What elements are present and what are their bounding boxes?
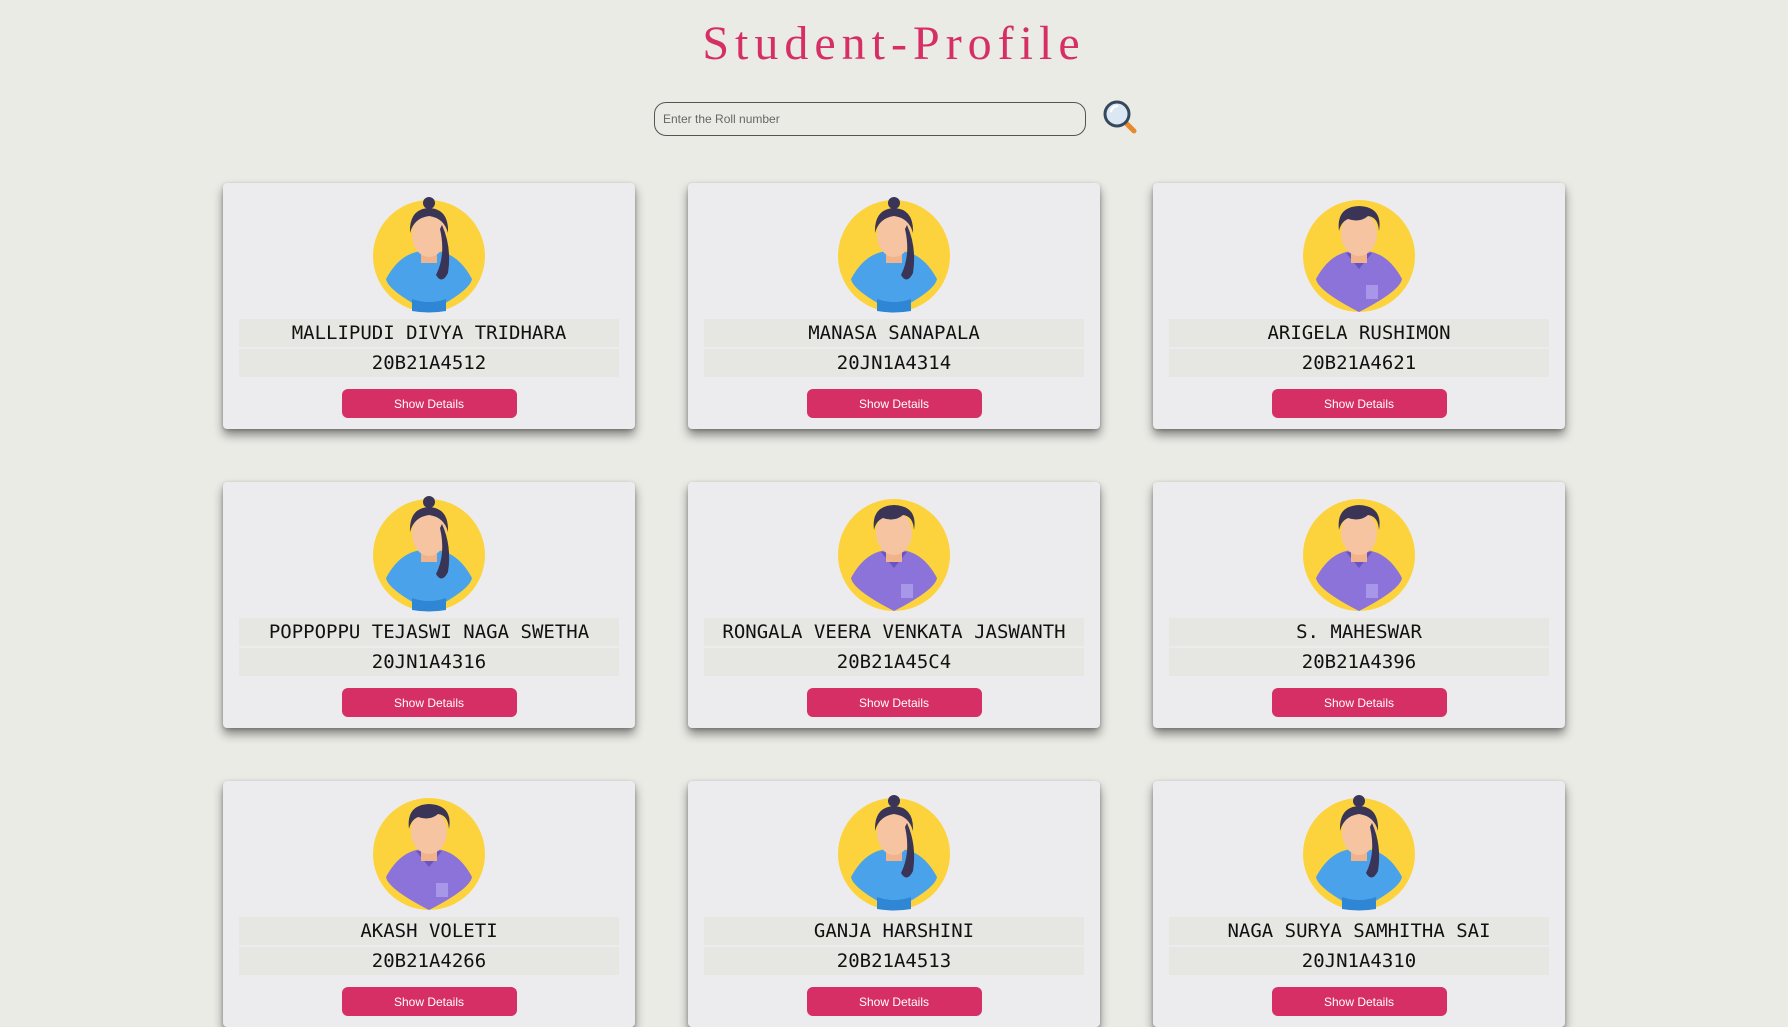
student-roll-number: 20B21A45C4 (704, 648, 1084, 676)
female-avatar-icon (838, 795, 950, 911)
search-bar (654, 99, 1142, 139)
male-avatar-icon (1303, 499, 1415, 611)
show-details-button[interactable]: Show Details (1271, 389, 1447, 418)
student-name: GANJA HARSHINI (704, 917, 1084, 945)
student-card-grid: MALLIPUDI DIVYA TRIDHARA 20B21A4512 Show… (223, 183, 1565, 1027)
student-name: AKASH VOLETI (239, 917, 619, 945)
student-card-4: POPPOPPU TEJASWI NAGA SWETHA 20JN1A4316 … (223, 482, 635, 728)
student-name: MANASA SANAPALA (704, 319, 1084, 347)
show-details-button[interactable]: Show Details (341, 987, 517, 1016)
student-name: RONGALA VEERA VENKATA JASWANTH (704, 618, 1084, 646)
student-card-2: MANASA SANAPALA 20JN1A4314 Show Details (688, 183, 1100, 429)
student-roll-number: 20JN1A4310 (1169, 947, 1549, 975)
student-card-9: NAGA SURYA SAMHITHA SAI 20JN1A4310 Show … (1153, 781, 1565, 1027)
student-roll-number: 20B21A4621 (1169, 349, 1549, 377)
show-details-button[interactable]: Show Details (341, 688, 517, 717)
student-card-3: ARIGELA RUSHIMON 20B21A4621 Show Details (1153, 183, 1565, 429)
student-card-8: GANJA HARSHINI 20B21A4513 Show Details (688, 781, 1100, 1027)
female-avatar-icon (838, 197, 950, 313)
male-avatar-icon (1303, 200, 1415, 312)
student-card-7: AKASH VOLETI 20B21A4266 Show Details (223, 781, 635, 1027)
student-name: ARIGELA RUSHIMON (1169, 319, 1549, 347)
student-name: MALLIPUDI DIVYA TRIDHARA (239, 319, 619, 347)
search-icon (1103, 100, 1137, 134)
male-avatar-icon (373, 798, 485, 910)
student-roll-number: 20B21A4266 (239, 947, 619, 975)
student-roll-number: 20JN1A4314 (704, 349, 1084, 377)
page-title: Student-Profile (702, 17, 1086, 70)
student-roll-number: 20B21A4512 (239, 349, 619, 377)
male-avatar-icon (838, 499, 950, 611)
female-avatar-icon (373, 496, 485, 612)
student-card-6: S. MAHESWAR 20B21A4396 Show Details (1153, 482, 1565, 728)
show-details-button[interactable]: Show Details (1271, 688, 1447, 717)
student-card-5: RONGALA VEERA VENKATA JASWANTH 20B21A45C… (688, 482, 1100, 728)
female-avatar-icon (1303, 795, 1415, 911)
show-details-button[interactable]: Show Details (1271, 987, 1447, 1016)
show-details-button[interactable]: Show Details (806, 389, 982, 418)
search-button[interactable] (1102, 99, 1142, 139)
show-details-button[interactable]: Show Details (341, 389, 517, 418)
female-avatar-icon (373, 197, 485, 313)
show-details-button[interactable]: Show Details (806, 987, 982, 1016)
student-roll-number: 20JN1A4316 (239, 648, 619, 676)
show-details-button[interactable]: Show Details (806, 688, 982, 717)
student-roll-number: 20B21A4513 (704, 947, 1084, 975)
student-name: POPPOPPU TEJASWI NAGA SWETHA (239, 618, 619, 646)
roll-number-search-input[interactable] (654, 102, 1086, 136)
student-name: NAGA SURYA SAMHITHA SAI (1169, 917, 1549, 945)
student-roll-number: 20B21A4396 (1169, 648, 1549, 676)
student-name: S. MAHESWAR (1169, 618, 1549, 646)
student-card-1: MALLIPUDI DIVYA TRIDHARA 20B21A4512 Show… (223, 183, 635, 429)
